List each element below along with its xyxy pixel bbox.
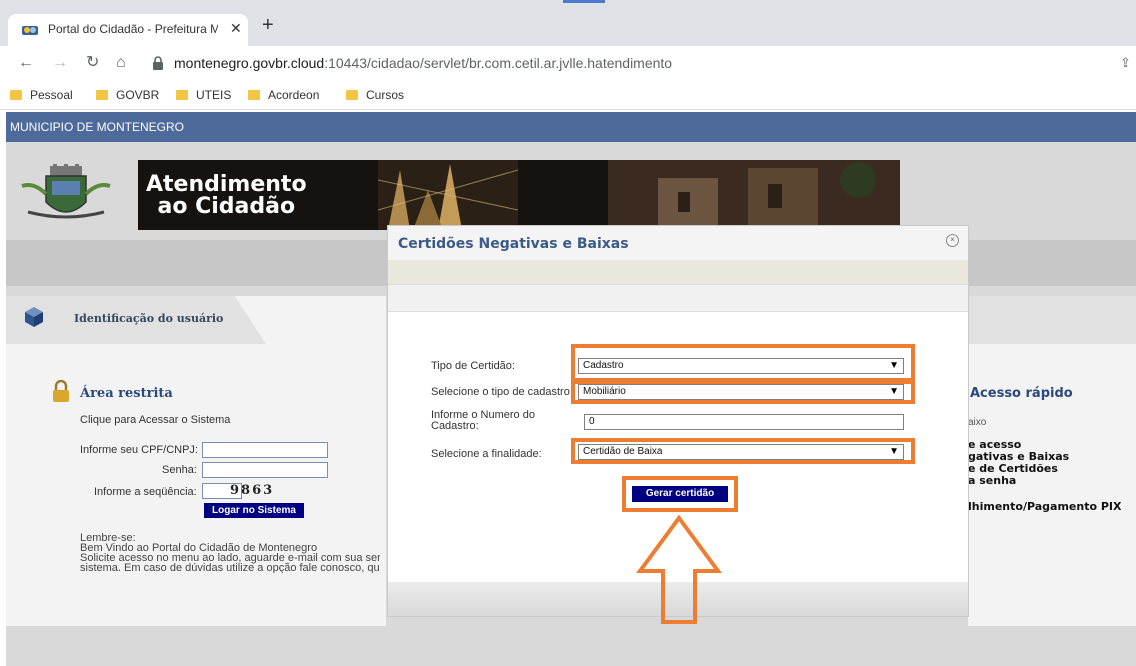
modal-title: Certidões Negativas e Baixas bbox=[398, 236, 629, 252]
url-host: montenegro.govbr.cloud bbox=[174, 55, 325, 71]
modal-subbar bbox=[388, 284, 968, 312]
remember-line: sistema. Em caso de dúvidas utilize a op… bbox=[80, 562, 380, 574]
cpf-label: Informe seu CPF/CNPJ: bbox=[80, 444, 198, 456]
numero-cadastro-input[interactable]: 0 bbox=[584, 414, 904, 430]
bookmarks-bar: Pessoal GOVBR UTEIS Acordeon Cursos bbox=[0, 82, 1136, 110]
bookmark-cursos[interactable]: Cursos bbox=[346, 88, 404, 102]
modal-close-icon[interactable]: × bbox=[946, 234, 959, 247]
folder-icon bbox=[176, 90, 188, 100]
highlight-box-tipo bbox=[571, 344, 915, 382]
url-path: :10443/cidadao/servlet/br.com.cetil.ar.j… bbox=[324, 55, 673, 71]
crest-logo bbox=[21, 164, 111, 219]
bookmark-label: UTEIS bbox=[196, 88, 232, 102]
bookmark-label: Acordeon bbox=[268, 88, 320, 102]
bookmark-pessoal[interactable]: Pessoal bbox=[10, 88, 73, 102]
modal-header: Certidões Negativas e Baixas × bbox=[388, 226, 968, 260]
banner: Atendimento ao Cidadão bbox=[138, 160, 900, 230]
right-panel-tab bbox=[968, 296, 1136, 344]
folder-icon bbox=[346, 90, 358, 100]
banner-line-1: Atendimento bbox=[146, 172, 307, 197]
remember-text: Lembre-se: Bem Vindo ao Portal do Cidadã… bbox=[80, 533, 380, 573]
sequence-label: Informe a seqüência: bbox=[94, 486, 197, 498]
home-icon[interactable]: ⌂ bbox=[116, 54, 126, 72]
tipo-cadastro-label: Selecione o tipo de cadastro: bbox=[431, 386, 573, 398]
quick-link-pix[interactable]: lhimento/Pagamento PIX bbox=[968, 501, 1121, 513]
bookmark-label: Cursos bbox=[366, 88, 405, 102]
restricted-area-title: Área restrita bbox=[80, 386, 173, 401]
back-icon[interactable]: ← bbox=[18, 54, 34, 72]
folder-icon bbox=[96, 90, 108, 100]
password-input[interactable] bbox=[202, 462, 328, 478]
bookmark-label: GOVBR bbox=[116, 88, 160, 102]
tab-strip-indicator bbox=[563, 0, 605, 3]
close-icon[interactable]: ✕ bbox=[230, 20, 242, 37]
password-label: Senha: bbox=[162, 464, 197, 476]
forward-icon[interactable]: → bbox=[52, 54, 68, 72]
highlight-box-cadastro bbox=[571, 380, 915, 404]
municipality-bar: MUNICIPIO DE MONTENEGRO bbox=[6, 112, 1136, 142]
url-field[interactable]: montenegro.govbr.cloud:10443/cidadao/ser… bbox=[174, 55, 672, 71]
reload-icon[interactable]: ↻ bbox=[86, 54, 99, 72]
browser-tab[interactable]: Portal do Cidadão - Prefeitura M ✕ bbox=[8, 14, 248, 46]
bookmark-label: Pessoal bbox=[30, 88, 73, 102]
cube-icon bbox=[25, 307, 43, 327]
left-panel bbox=[6, 296, 386, 626]
tipo-certidao-label: Tipo de Certidão: bbox=[431, 360, 515, 372]
padlock-icon bbox=[53, 380, 69, 402]
arrow-up-icon bbox=[636, 515, 722, 624]
bookmark-govbr[interactable]: GOVBR bbox=[96, 88, 159, 102]
cpf-input[interactable] bbox=[202, 442, 328, 458]
quick-link-password[interactable]: a senha bbox=[968, 475, 1016, 487]
bookmark-acordeon[interactable]: Acordeon bbox=[248, 88, 319, 102]
favicon-icon bbox=[22, 26, 38, 35]
login-button[interactable]: Logar no Sistema bbox=[204, 503, 304, 518]
highlight-box-finalidade bbox=[571, 438, 915, 464]
finalidade-label: Selecione a finalidade: bbox=[431, 448, 542, 460]
new-tab-button[interactable]: + bbox=[262, 15, 274, 35]
modal-toolbar bbox=[388, 260, 968, 284]
quick-access-title: Acesso rápido bbox=[970, 386, 1073, 401]
captcha-code: 9863 bbox=[230, 483, 275, 498]
banner-line-2: ao Cidadão bbox=[157, 194, 296, 219]
share-icon[interactable]: ⇪ bbox=[1120, 55, 1131, 71]
numero-label-line-2: Cadastro: bbox=[431, 420, 479, 432]
bookmark-uteis[interactable]: UTEIS bbox=[176, 88, 231, 102]
address-bar: ← → ↻ ⌂ montenegro.govbr.cloud:10443/cid… bbox=[0, 46, 1136, 82]
numero-cadastro-label: Informe o Numero do Cadastro: bbox=[431, 410, 535, 432]
tab-title: Portal do Cidadão - Prefeitura M bbox=[48, 22, 218, 36]
banner-title: Atendimento ao Cidadão bbox=[146, 174, 307, 218]
highlight-box-button bbox=[622, 476, 738, 512]
quick-access-subtitle: aixo bbox=[968, 417, 987, 428]
access-hint: Clique para Acessar o Sistema bbox=[80, 414, 231, 426]
folder-icon bbox=[10, 90, 22, 100]
lock-icon[interactable] bbox=[152, 56, 164, 70]
identification-title: Identificação do usuário bbox=[74, 312, 224, 325]
folder-icon bbox=[248, 90, 260, 100]
browser-tabbar: Portal do Cidadão - Prefeitura M ✕ + bbox=[0, 0, 1136, 46]
